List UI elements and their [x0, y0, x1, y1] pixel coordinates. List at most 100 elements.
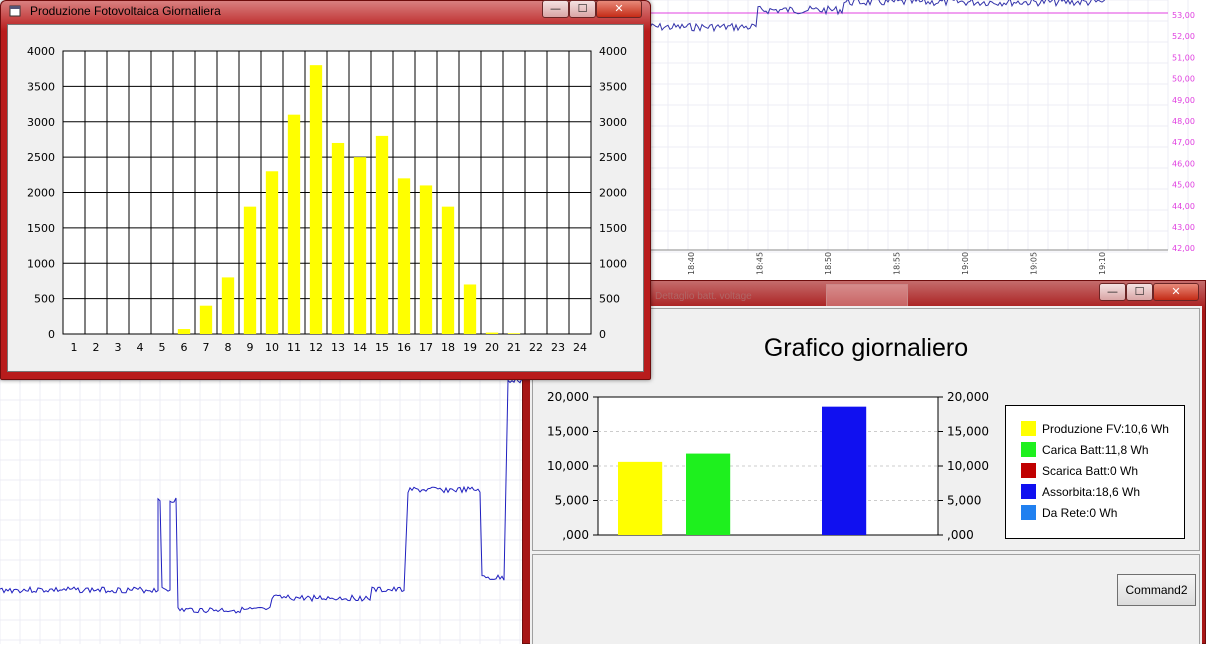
current-chart-background	[0, 376, 541, 644]
daily-bar	[686, 453, 731, 535]
pv-y-tick-right: 2500	[599, 151, 627, 164]
legend-swatch	[1021, 484, 1036, 499]
pv-bar	[309, 65, 323, 335]
pv-y-tick-left: 4000	[27, 45, 55, 58]
pv-x-tick: 6	[181, 341, 188, 354]
bg-top-x-tick: 19:10	[1098, 252, 1107, 275]
bg-top-x-tick: 19:00	[961, 252, 970, 275]
bg-top-x-tick: 18:50	[824, 252, 833, 275]
pv-bar	[507, 333, 521, 334]
pv-x-tick: 22	[529, 341, 543, 354]
pv-y-tick-left: 2000	[27, 187, 55, 200]
current-chart	[0, 376, 541, 644]
daily-bar	[822, 406, 867, 535]
ghost-window-title: Dettaglio batt. voltage	[655, 291, 752, 302]
legend-swatch	[1021, 463, 1036, 478]
pv-bar	[419, 185, 433, 334]
bg-top-y-tick: 43,00	[1172, 223, 1195, 232]
daily-y-tick-left: 5,000	[555, 494, 589, 508]
pv-x-tick: 13	[331, 341, 345, 354]
daily-chart-lower-panel	[532, 554, 1200, 644]
pv-x-tick: 11	[287, 341, 301, 354]
pv-y-tick-left: 0	[48, 328, 55, 341]
legend-item: Carica Batt:11,8 Wh	[1021, 439, 1184, 460]
daily-y-tick-right: 10,000	[947, 459, 989, 473]
pv-x-tick: 1	[71, 341, 78, 354]
daily-y-tick-right: 20,000	[947, 390, 989, 404]
window1-minimize-button[interactable]: —	[542, 0, 569, 18]
pv-x-tick: 20	[485, 341, 499, 354]
pv-y-tick-left: 2500	[27, 151, 55, 164]
pv-y-tick-right: 1000	[599, 257, 627, 270]
pv-bar	[331, 142, 345, 334]
pv-bar	[243, 206, 257, 334]
pv-bar	[221, 277, 235, 334]
window1-maximize-button[interactable]: ☐	[569, 0, 596, 18]
command2-button[interactable]: Command2	[1117, 574, 1196, 606]
daily-y-tick-left: 15,000	[547, 425, 589, 439]
pv-y-tick-right: 4000	[599, 45, 627, 58]
bg-top-x-tick: 18:40	[687, 252, 696, 275]
pv-x-tick: 8	[225, 341, 232, 354]
legend-label: Carica Batt:11,8 Wh	[1042, 442, 1149, 457]
pv-x-tick: 12	[309, 341, 323, 354]
pv-hourly-bar-chart: 0 0 500 500 1000 1000 1500 1500 2000 2000 2500 2500…	[27, 45, 627, 354]
voltage-chart: 53,00 52,00 51,00 50,00 49,00 48,00 47,00 46,00…	[647, 0, 1195, 275]
bg-top-y-tick: 52,00	[1172, 32, 1195, 41]
bg-top-series-line	[647, 0, 1106, 33]
pv-bar	[485, 332, 499, 334]
legend-label: Assorbita:18,6 Wh	[1042, 484, 1141, 499]
bg-top-x-tick: 19:05	[1030, 252, 1039, 275]
pv-x-tick: 2	[93, 341, 100, 354]
pv-x-tick: 14	[353, 341, 367, 354]
legend-swatch	[1021, 421, 1036, 436]
pv-bar	[177, 329, 191, 334]
legend-swatch	[1021, 505, 1036, 520]
daily-y-tick-left: ,000	[562, 528, 589, 542]
legend-item: Da Rete:0 Wh	[1021, 502, 1184, 523]
legend-swatch	[1021, 442, 1036, 457]
daily-y-tick-right: ,000	[947, 528, 974, 542]
pv-x-tick: 24	[573, 341, 587, 354]
pv-bar	[199, 305, 213, 334]
daily-y-tick-left: 10,000	[547, 459, 589, 473]
pv-y-tick-right: 2000	[599, 187, 627, 200]
window1-close-button[interactable]: ✕	[596, 0, 642, 18]
pv-window-title: Produzione Fotovoltaica Giornaliera	[30, 4, 221, 18]
bg-top-y-tick: 51,00	[1172, 53, 1195, 62]
pv-x-tick: 7	[203, 341, 210, 354]
pv-x-tick: 9	[247, 341, 254, 354]
bg-top-y-tick: 48,00	[1172, 117, 1195, 126]
pv-x-tick: 10	[265, 341, 279, 354]
pv-x-tick: 4	[137, 341, 144, 354]
window2-maximize-button[interactable]: ☐	[1126, 283, 1153, 301]
bg-top-y-tick: 44,00	[1172, 202, 1195, 211]
window2-close-button[interactable]: ✕	[1153, 283, 1199, 301]
bg-top-x-tick: 18:55	[893, 252, 902, 275]
legend-label: Scarica Batt:0 Wh	[1042, 463, 1139, 478]
daily-y-tick-right: 5,000	[947, 494, 981, 508]
pv-x-tick: 19	[463, 341, 477, 354]
pv-bar	[353, 157, 367, 334]
pv-y-tick-left: 3500	[27, 80, 55, 93]
pv-y-tick-left: 1500	[27, 222, 55, 235]
pv-bar	[397, 178, 411, 334]
bg-top-y-tick: 47,00	[1172, 138, 1195, 147]
pv-y-tick-left: 1000	[27, 257, 55, 270]
daily-bar	[618, 461, 663, 535]
daily-y-tick-left: 20,000	[547, 390, 589, 404]
pv-bar	[441, 206, 455, 334]
pv-x-tick: 17	[419, 341, 433, 354]
bg-top-x-tick: 18:45	[756, 252, 765, 275]
daily-y-tick-right: 15,000	[947, 425, 989, 439]
pv-x-tick: 5	[159, 341, 166, 354]
pv-y-tick-left: 3000	[27, 116, 55, 129]
pv-y-tick-right: 500	[599, 293, 620, 306]
window2-minimize-button[interactable]: —	[1099, 283, 1126, 301]
pv-y-tick-right: 3500	[599, 80, 627, 93]
pv-x-tick: 23	[551, 341, 565, 354]
pv-bar	[287, 114, 301, 334]
pv-bar	[375, 135, 389, 334]
bg-top-y-tick: 53,00	[1172, 11, 1195, 20]
pv-x-tick: 21	[507, 341, 521, 354]
